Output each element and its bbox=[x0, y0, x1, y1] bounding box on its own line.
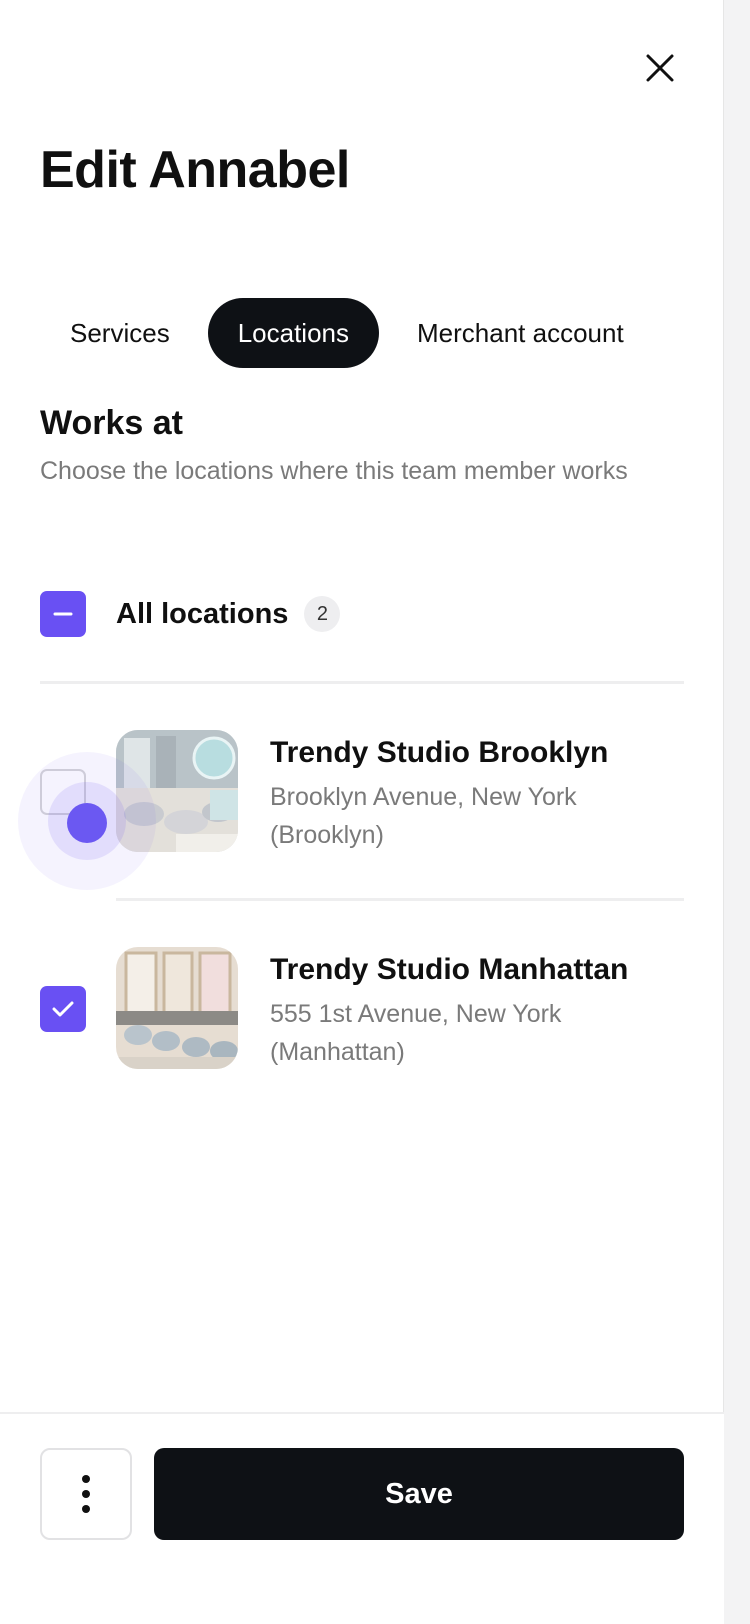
location-name: Trendy Studio Manhattan bbox=[270, 953, 629, 986]
page-title: Edit Annabel bbox=[40, 141, 350, 199]
location-thumbnail-manhattan bbox=[116, 947, 238, 1069]
location-address: 555 1st Avenue, New York (Manhattan) bbox=[270, 1000, 562, 1066]
tab-services[interactable]: Services bbox=[40, 298, 200, 368]
all-locations-row: All locations 2 bbox=[40, 590, 341, 638]
touch-indicator bbox=[67, 803, 107, 843]
locations-count-badge: 2 bbox=[304, 596, 341, 632]
close-icon bbox=[646, 54, 674, 82]
minus-icon bbox=[53, 612, 73, 616]
more-options-button[interactable] bbox=[40, 1448, 132, 1540]
all-locations-checkbox[interactable] bbox=[40, 591, 86, 637]
more-vertical-icon bbox=[82, 1475, 90, 1513]
tab-bar: Services Locations Merchant account bbox=[40, 298, 654, 368]
save-button[interactable]: Save bbox=[154, 1448, 684, 1540]
all-locations-label: All locations bbox=[116, 597, 289, 630]
tab-locations[interactable]: Locations bbox=[207, 298, 380, 368]
tab-merchant-account[interactable]: Merchant account bbox=[387, 298, 654, 368]
location-name: Trendy Studio Brooklyn bbox=[270, 736, 609, 769]
footer-bar: Save bbox=[0, 1412, 724, 1624]
check-icon bbox=[52, 1001, 74, 1017]
background-edge bbox=[724, 0, 750, 1624]
works-at-description: Choose the locations where this team mem… bbox=[40, 457, 628, 485]
location-address: Brooklyn Avenue, New York (Brooklyn) bbox=[270, 783, 577, 849]
close-button[interactable] bbox=[640, 48, 680, 88]
location-checkbox-manhattan[interactable] bbox=[40, 986, 86, 1032]
divider bbox=[40, 681, 684, 684]
edit-team-member-panel: Edit Annabel Services Locations Merchant… bbox=[0, 0, 724, 1624]
works-at-heading: Works at bbox=[40, 404, 183, 442]
divider bbox=[116, 898, 684, 901]
location-row-manhattan[interactable]: Trendy Studio Manhattan 555 1st Avenue, … bbox=[40, 947, 684, 1071]
